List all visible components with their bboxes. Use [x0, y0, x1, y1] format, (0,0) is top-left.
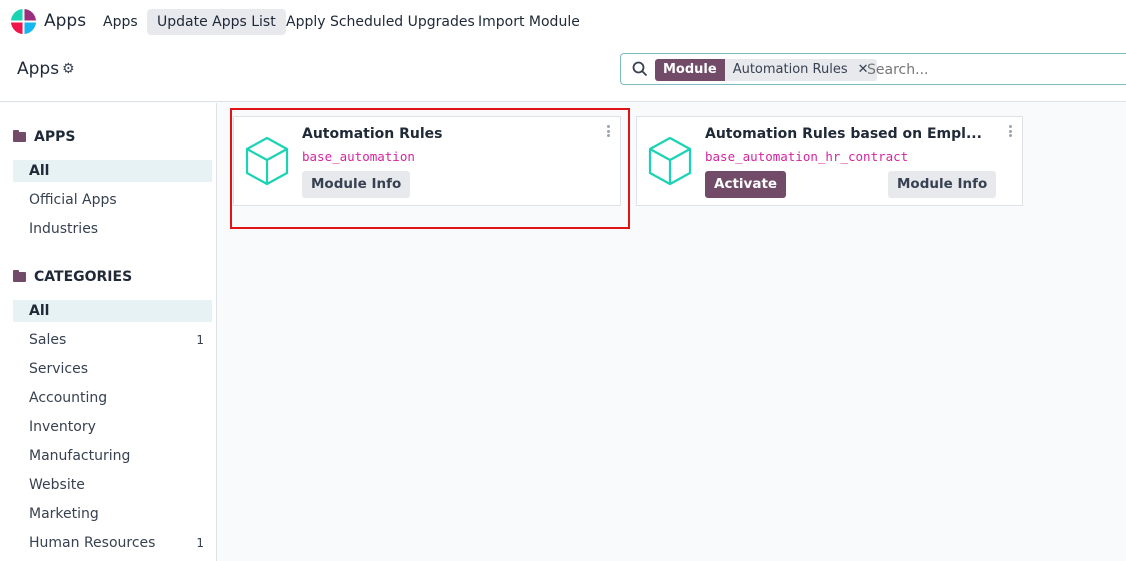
module-info-button[interactable]: Module Info [888, 171, 997, 198]
kebab-menu-icon[interactable] [607, 125, 611, 139]
search-bar[interactable]: Module Automation Rules ✕ [620, 53, 1126, 85]
menu-import-module[interactable]: Import Module [468, 9, 590, 35]
activate-button[interactable]: Activate [705, 171, 787, 198]
module-technical-name: base_automation_hr_contract [705, 149, 909, 164]
menu-apps[interactable]: Apps [93, 9, 148, 35]
apps-header-label: APPS [34, 129, 76, 145]
category-label: Human Resources [29, 535, 156, 551]
apps-section-header: APPS [13, 129, 75, 145]
folder-icon [13, 130, 26, 142]
sidebar: APPS All Official Apps Industries CATEGO… [0, 103, 217, 561]
sidebar-item-all-apps[interactable]: All [13, 160, 212, 182]
odoo-apps-logo-icon[interactable] [10, 8, 37, 35]
categories-header-label: CATEGORIES [34, 269, 133, 285]
sidebar-category-sales[interactable]: Sales 1 [13, 329, 212, 351]
control-panel: Apps ⚙ Module Automation Rules ✕ [0, 43, 1126, 102]
module-cube-icon [245, 136, 289, 186]
sidebar-item-industries[interactable]: Industries [13, 218, 212, 240]
module-info-button[interactable]: Module Info [302, 171, 411, 198]
kebab-menu-icon[interactable] [1009, 125, 1013, 139]
sidebar-category-website[interactable]: Website [13, 474, 212, 496]
search-facet: Module Automation Rules ✕ [655, 59, 877, 81]
sidebar-category-marketing[interactable]: Marketing [13, 503, 212, 525]
sidebar-item-official-apps[interactable]: Official Apps [13, 189, 212, 211]
category-count: 1 [196, 536, 204, 550]
search-input[interactable] [867, 59, 1107, 81]
module-cube-icon [648, 136, 692, 186]
module-technical-name: base_automation [302, 149, 415, 164]
sidebar-category-all[interactable]: All [13, 300, 212, 322]
folder-icon [13, 270, 26, 282]
module-title: Automation Rules based on Empl... [705, 126, 982, 142]
sidebar-category-inventory[interactable]: Inventory [13, 416, 212, 438]
menu-update-apps-list[interactable]: Update Apps List [147, 9, 286, 35]
gear-icon[interactable]: ⚙ [62, 61, 75, 77]
facet-key: Module [655, 59, 725, 81]
page-title: Apps [17, 59, 60, 79]
categories-section-header: CATEGORIES [13, 269, 132, 285]
sidebar-category-services[interactable]: Services [13, 358, 212, 380]
search-icon[interactable] [631, 60, 649, 78]
category-label: Sales [29, 332, 67, 348]
facet-value: Automation Rules [732, 62, 848, 77]
menu-apply-scheduled-upgrades[interactable]: Apply Scheduled Upgrades [276, 9, 485, 35]
module-card[interactable]: Automation Rules based on Empl... base_a… [636, 116, 1023, 206]
module-title: Automation Rules [302, 126, 443, 142]
sidebar-category-manufacturing[interactable]: Manufacturing [13, 445, 212, 467]
sidebar-category-accounting[interactable]: Accounting [13, 387, 212, 409]
top-navbar: Apps Apps Update Apps List Apply Schedul… [0, 0, 1126, 43]
module-card[interactable]: Automation Rules base_automation Module … [233, 116, 621, 206]
sidebar-category-human-resources[interactable]: Human Resources 1 [13, 532, 212, 554]
category-count: 1 [196, 333, 204, 347]
app-brand[interactable]: Apps [44, 11, 86, 31]
